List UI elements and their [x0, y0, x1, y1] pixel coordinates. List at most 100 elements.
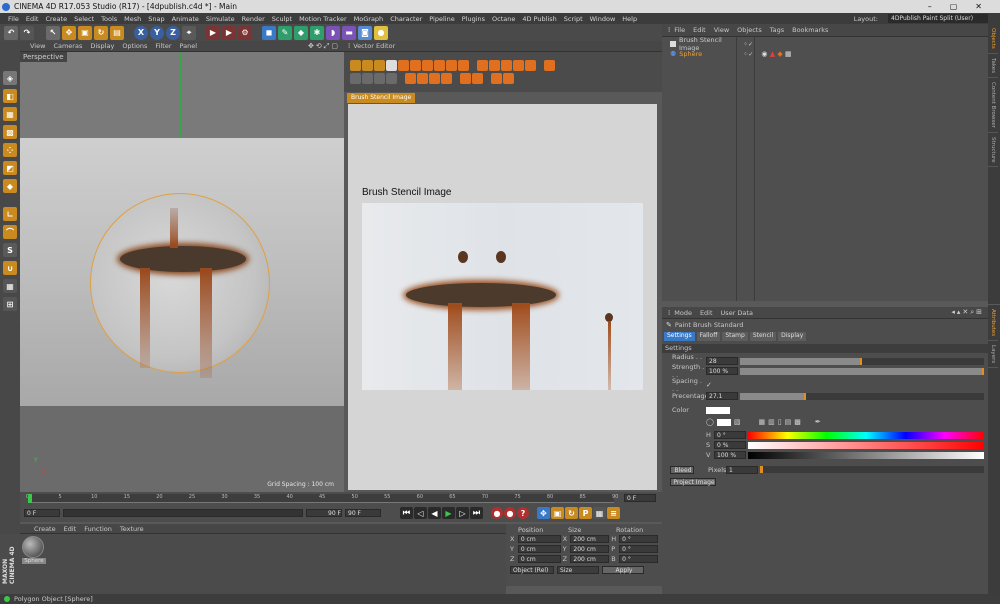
radius-field[interactable]: 28 [706, 357, 738, 365]
menu-simulate[interactable]: Simulate [206, 15, 235, 23]
material-menu-function[interactable]: Function [84, 525, 112, 533]
side-tab-objects[interactable]: Objects [988, 24, 998, 54]
object-tags[interactable]: ◉ ▲ ◆ ▦ [761, 50, 791, 58]
bend-deformer-icon[interactable]: ◗ [326, 25, 340, 40]
y-axis-icon[interactable]: Y [150, 25, 164, 40]
hsv-mode-icon[interactable]: ▥ [768, 418, 775, 426]
recent-tools-icon[interactable]: ▤ [110, 25, 124, 40]
pla-key-icon[interactable]: ▦ [593, 507, 606, 519]
size-field[interactable]: 200 cm [570, 535, 610, 543]
side-tab-attributes[interactable]: Attributes [988, 305, 998, 342]
menu-animate[interactable]: Animate [172, 15, 199, 23]
viewport-menu-panel[interactable]: Panel [180, 42, 198, 50]
object-menu-tags[interactable]: Tags [770, 26, 784, 34]
hue-slider[interactable] [748, 431, 984, 439]
x-axis-icon[interactable]: X [134, 25, 148, 40]
object-menu-file[interactable]: File [674, 26, 685, 34]
undo-icon[interactable]: ↶ [4, 25, 18, 40]
rotation-key-icon[interactable]: ↻ [565, 507, 578, 519]
material-menu-texture[interactable]: Texture [120, 525, 144, 533]
edit-render-settings-icon[interactable]: ⚙ [238, 25, 252, 40]
radius-slider[interactable] [740, 357, 984, 365]
position-field[interactable]: 0 cm [517, 545, 561, 553]
redo-icon[interactable]: ↷ [20, 25, 34, 40]
s-field[interactable]: 0 % [714, 441, 746, 449]
tweak-mode-icon[interactable]: ⌒ [3, 225, 17, 239]
grid-icon[interactable]: ▦ [3, 279, 17, 293]
tab-display[interactable]: Display [778, 331, 807, 341]
side-tab-layers[interactable]: Layers [988, 341, 998, 369]
menu-snap[interactable]: Snap [148, 15, 164, 23]
menu-select[interactable]: Select [74, 15, 94, 23]
mask-icon[interactable] [460, 73, 471, 84]
align-left-icon[interactable] [477, 60, 488, 71]
record-icon[interactable]: ● [491, 507, 503, 519]
attributes-menu-mode[interactable]: Mode [674, 309, 692, 317]
floor-icon[interactable]: ▬ [342, 25, 356, 40]
live-select-icon[interactable]: ↖ [46, 25, 60, 40]
menu-script[interactable]: Script [564, 15, 583, 23]
vector-editor-tab[interactable]: Brush Stencil Image [347, 93, 416, 103]
next-frame-icon[interactable]: ▷ [456, 507, 469, 519]
prev-frame-icon[interactable]: ◀ [428, 507, 441, 519]
star-icon[interactable] [446, 60, 457, 71]
object-menu-objects[interactable]: Objects [737, 26, 762, 34]
sphere-object[interactable] [90, 193, 270, 373]
window-controls[interactable]: –▢✕ [928, 2, 1000, 11]
menu-help[interactable]: Help [622, 15, 637, 23]
mixer-mode-icon[interactable]: ▤ [785, 418, 792, 426]
subdivision-icon[interactable]: ◆ [294, 25, 308, 40]
workplane-icon[interactable]: ▩ [3, 125, 17, 139]
size-field[interactable]: 200 cm [570, 545, 610, 553]
align-right-icon[interactable] [501, 60, 512, 71]
color-image-icon[interactable]: ▧ [734, 418, 741, 426]
viewport-menu-filter[interactable]: Filter [155, 42, 171, 50]
new-layer-icon[interactable] [386, 60, 397, 71]
magnet-icon[interactable]: ∪ [3, 261, 17, 275]
frame-end-field[interactable]: 90 F [345, 509, 381, 517]
object-row[interactable]: Brush Stencil Image ⁘✓ [662, 36, 988, 52]
select-tool-icon[interactable] [350, 60, 361, 71]
layout-select[interactable]: 4DPublish Paint Split (User) [888, 14, 988, 23]
clip-icon[interactable] [472, 73, 483, 84]
param-key-icon[interactable]: P [579, 507, 592, 519]
playhead[interactable] [28, 494, 32, 503]
move-icon[interactable]: ✥ [62, 25, 76, 40]
size-field[interactable]: 200 cm [570, 555, 610, 563]
viewport[interactable]: Perspective Y X Grid Spacing : 100 cm [20, 52, 344, 492]
go-to-start-icon[interactable]: ⏮ [400, 507, 413, 519]
pixels-field[interactable]: 1 [726, 465, 758, 474]
light-icon[interactable]: ● [374, 25, 388, 40]
menu-plugins[interactable]: Plugins [462, 15, 485, 23]
keyframe-selection-icon[interactable]: ? [517, 507, 529, 519]
material-swatch[interactable]: Sphere [22, 536, 46, 564]
rotate-icon[interactable]: ↻ [94, 25, 108, 40]
pen-icon[interactable] [350, 73, 361, 84]
viewport-menu-options[interactable]: Options [122, 42, 147, 50]
vector-canvas[interactable]: Brush Stencil Image [348, 104, 657, 490]
color-spectrum-icon[interactable] [716, 418, 731, 426]
autokey-icon[interactable]: ● [504, 507, 516, 519]
points-mode-icon[interactable]: ⁘ [3, 143, 17, 157]
eraser-icon[interactable] [386, 73, 397, 84]
menu-motion-tracker[interactable]: Motion Tracker [299, 15, 347, 23]
side-tab-takes[interactable]: Takes [988, 54, 998, 78]
attribute-nav-icons[interactable]: ◂▴✕⌕⊞ [951, 308, 984, 317]
uvw-tag-icon[interactable]: ▦ [785, 50, 792, 58]
array-icon[interactable]: ✱ [310, 25, 324, 40]
phong-tag-icon[interactable]: ◉ [761, 50, 767, 58]
scale-icon[interactable]: ▣ [78, 25, 92, 40]
polygon-icon[interactable] [434, 60, 445, 71]
kelvin-mode-icon[interactable]: ▯ [778, 418, 782, 426]
align-top-icon[interactable] [513, 60, 524, 71]
position-key-icon[interactable]: ✥ [537, 507, 550, 519]
spacing-checkbox[interactable]: ✓ [706, 381, 712, 389]
viewport-menu-cameras[interactable]: Cameras [53, 42, 82, 50]
frame-current-field[interactable]: 90 F [306, 509, 342, 517]
percentage-slider[interactable] [740, 392, 984, 400]
texture-tag-icon[interactable]: ◆ [777, 50, 782, 58]
saturation-slider[interactable] [748, 441, 984, 449]
spline-pen-icon[interactable]: ✎ [278, 25, 292, 40]
viewport-nav-icons[interactable]: ✥⟲⤢▢ [308, 42, 340, 51]
value-slider[interactable] [748, 451, 984, 459]
